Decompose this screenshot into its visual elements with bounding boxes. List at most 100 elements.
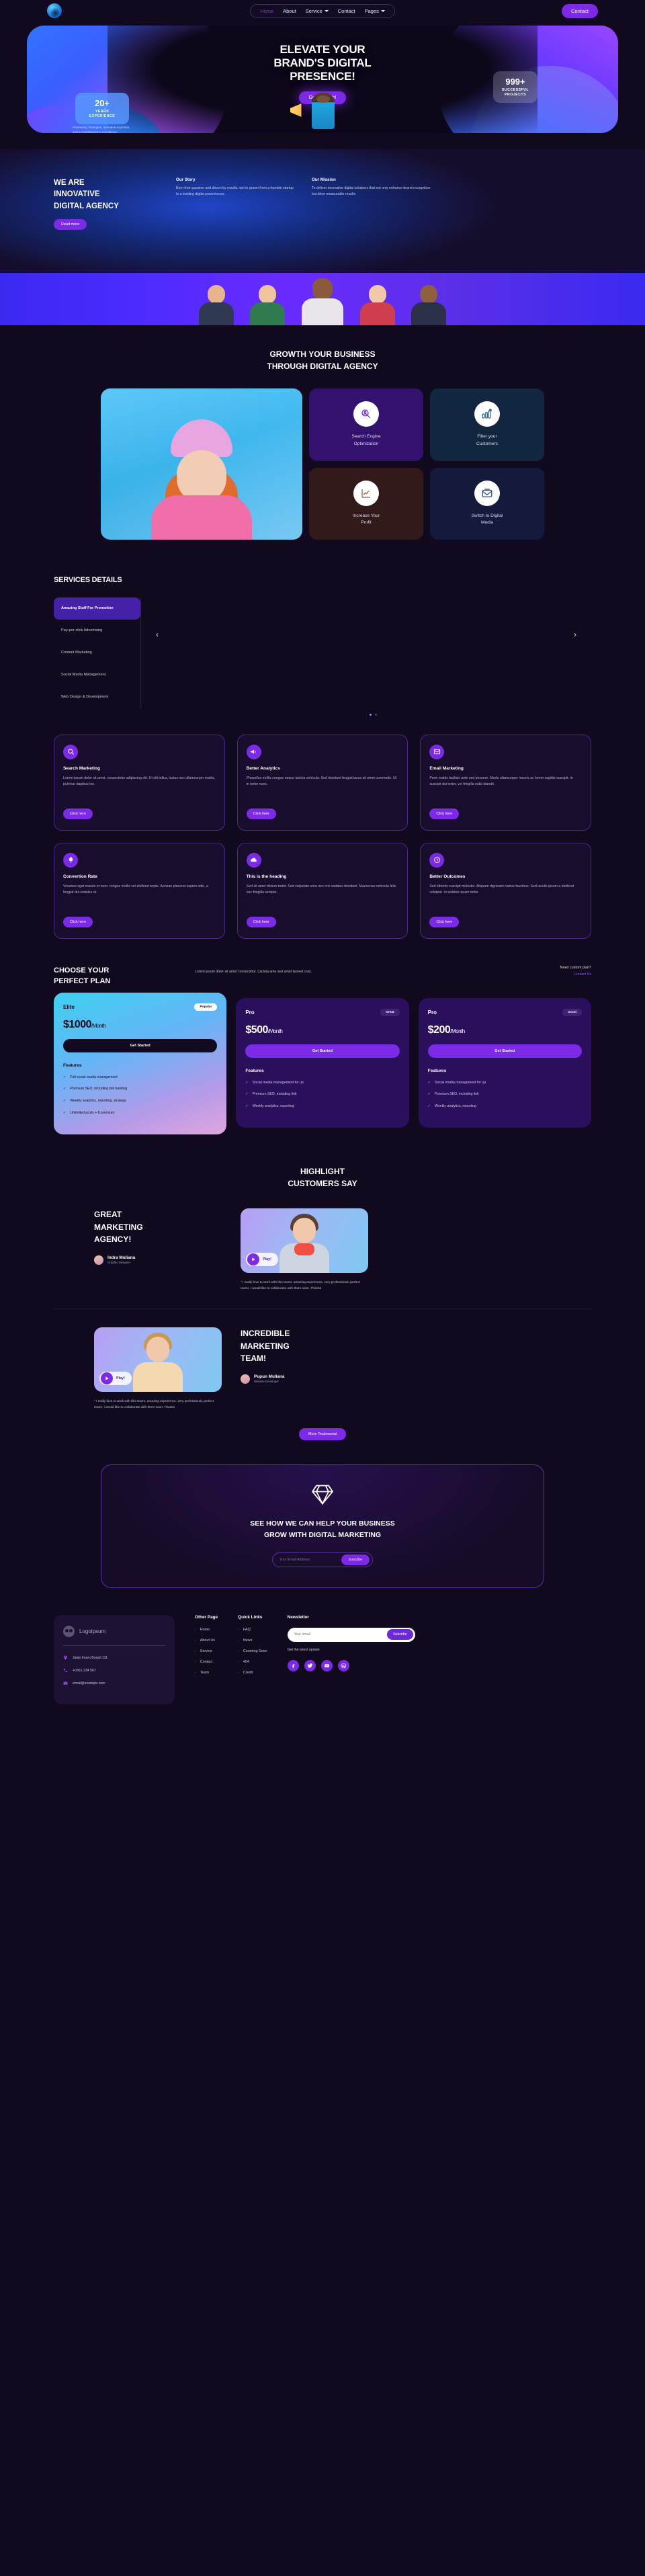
nav-label: About <box>283 7 296 14</box>
logoipsum-icon <box>63 1625 75 1637</box>
plan-get-started-button[interactable]: Get Started <box>63 1038 218 1052</box>
read-more-button[interactable]: Read more <box>54 218 87 230</box>
footer-link-credit[interactable]: › Credit <box>238 1671 267 1675</box>
plan-price: $1000/Month <box>63 1018 106 1030</box>
plan-get-started-button[interactable]: Get Started <box>245 1044 400 1058</box>
nav-item-pages[interactable]: Pages <box>365 8 385 14</box>
testimonial-first: GREAT MARKETING AGENCY! Indra Muliana Gr… <box>54 1208 591 1292</box>
plan-get-started-button[interactable]: Get Started <box>427 1044 582 1058</box>
service-item-pay-per-click-advertising[interactable]: Pay-per-click Advertising <box>54 620 140 642</box>
newsletter-subscribe-button[interactable]: Subcribe <box>387 1629 413 1640</box>
cta-heading-line1: SEE HOW WE CAN HELP YOUR BUSINESS <box>250 1520 395 1528</box>
about-our-mission: Our Mission To deliver innovative digita… <box>312 177 433 230</box>
feature-click-here-button[interactable]: Click here <box>63 916 93 927</box>
feature-click-here-button[interactable]: Click here <box>63 808 93 819</box>
pricing-title-line2: PERFECT PLAN <box>54 977 111 985</box>
chevron-right-icon[interactable]: › <box>574 630 576 639</box>
testimonial-video-thumb[interactable]: Play! <box>241 1208 368 1273</box>
testimonials-title-line2: CUSTOMERS SAY <box>288 1178 357 1188</box>
testimonial-heading: GREAT MARKETING AGENCY! <box>94 1209 143 1245</box>
testimonial-video-thumb[interactable]: Play! <box>94 1327 222 1393</box>
pricing-plan-pro-200: Pro Good $200/Month Get Started Features… <box>418 997 591 1128</box>
growth-card-label: Switch to Digital Media <box>471 513 503 526</box>
nav-contact-button[interactable]: Contact <box>562 3 598 18</box>
stat-label: YEARS EXPERIENCE <box>89 110 116 119</box>
play-button[interactable]: Play! <box>246 1252 278 1266</box>
team-member <box>408 280 449 325</box>
hero-title-line2: BRAND'S DIGITAL <box>273 56 372 70</box>
service-item-social-media-management[interactable]: Social Media Management <box>54 664 140 686</box>
cta-subscribe-button[interactable]: Subcribe <box>341 1554 370 1565</box>
nav-label: Contact <box>337 7 355 14</box>
nav-label: Pages <box>364 7 379 14</box>
hero-person-image <box>282 93 363 129</box>
stat-label: SUCCESSFUL PROJECTS <box>501 88 529 97</box>
line-chart-icon <box>353 480 379 506</box>
nav-item-contact[interactable]: Contact <box>338 8 355 14</box>
service-item-web-design-development[interactable]: Web Design & Development <box>54 686 140 708</box>
growth-card-filter-your-customers[interactable]: Filter your Customers <box>430 388 544 461</box>
testimonials-section: HIGHLIGHT CUSTOMERS SAY GREAT MARKETING … <box>54 1165 591 1441</box>
growth-card-switch-to-digital-media[interactable]: Switch to Digital Media <box>430 467 544 540</box>
cta-subscribe-form: Subcribe <box>272 1552 373 1567</box>
avatar <box>241 1374 250 1384</box>
carousel-dot[interactable] <box>374 713 377 716</box>
feature-click-here-button[interactable]: Click here <box>246 916 276 927</box>
footer-link-about-us[interactable]: › About Us <box>195 1638 218 1643</box>
service-item-amazing-stuff-for-promotion[interactable]: Amazing Stuff For Promotion <box>54 597 140 620</box>
cta-email-input[interactable] <box>280 1557 341 1562</box>
play-label: Play! <box>116 1376 125 1381</box>
footer-link-service[interactable]: › Service <box>195 1649 218 1653</box>
youtube-icon[interactable] <box>320 1659 333 1671</box>
feature-card-search-marketing: Search Marketing Lorem ipsum dolor sit a… <box>54 734 225 831</box>
circle-swirl-logo-icon[interactable] <box>47 3 62 18</box>
about-heading-line2: INNOVATIVE <box>54 190 100 199</box>
feature-click-here-button[interactable]: Click here <box>429 808 460 819</box>
person-name: Indra Muliana <box>108 1255 136 1261</box>
plan-name: Pro <box>245 1009 255 1015</box>
newsletter-email-input[interactable] <box>294 1632 388 1637</box>
footer-link-faq[interactable]: › FAQ <box>238 1628 267 1632</box>
footer-link-404[interactable]: › 404 <box>238 1660 267 1664</box>
twitter-icon[interactable] <box>304 1659 316 1671</box>
facebook-icon[interactable] <box>287 1659 299 1671</box>
feature-body: Sed sit amet dictum tortor. Sed vulputat… <box>246 884 396 895</box>
nav-item-about[interactable]: About <box>283 8 296 14</box>
contact-us-link[interactable]: Contact Us <box>560 972 591 977</box>
pricing-title-line1: CHOOSE YOUR <box>54 966 110 974</box>
feature-card-email-marketing: Email Marketing Proin mattis facilisis a… <box>420 734 591 831</box>
nav-item-service[interactable]: Service <box>306 8 329 14</box>
footer-phone-text: +0361 234 567 <box>73 1669 96 1673</box>
person-figure <box>312 93 335 129</box>
play-button[interactable]: Play! <box>99 1372 132 1386</box>
plan-feature: ✓ Weekly analytics, reporting <box>245 1104 294 1109</box>
nav-item-home[interactable]: Home <box>260 8 273 14</box>
services-list: Amazing Stuff For Promotion Pay-per-clic… <box>54 597 141 708</box>
footer-link-cooming-soon[interactable]: › Cooming Soon <box>238 1649 267 1653</box>
plan-features-list: ✓ Social media management for up ✓ Premium… <box>245 1080 399 1110</box>
footer-link-news[interactable]: › News <box>238 1638 267 1643</box>
plan-features-label: Features <box>63 1063 82 1068</box>
more-testimonial-button[interactable]: More Testimonial <box>298 1428 347 1441</box>
wordpress-icon[interactable] <box>337 1659 349 1671</box>
footer-link-contact[interactable]: › Contact <box>195 1660 218 1664</box>
newsletter-note: Get the latest update <box>287 1647 320 1652</box>
footer-link-home[interactable]: › Home <box>195 1628 218 1632</box>
growth-card-search-engine-optimization[interactable]: Search Engine Optimization <box>309 388 423 461</box>
chevron-left-icon[interactable]: ‹ <box>156 630 159 639</box>
our-story-title: Our Story <box>176 177 196 182</box>
plan-badge: Good <box>562 1008 582 1016</box>
growth-card-increase-your-profit[interactable]: Increase Your Profit <box>309 467 423 540</box>
testimonial-second: Play! " I really love to work with this … <box>54 1327 591 1411</box>
clock-icon <box>429 852 445 868</box>
feature-click-here-button[interactable]: Click here <box>246 808 276 819</box>
megaphone-icon <box>290 103 302 117</box>
testimonial-quote: " I really love to work with this team!,… <box>94 1400 214 1410</box>
plan-feature: ✓ Premium SEO, including link <box>427 1092 479 1097</box>
testimonial-text-block: GREAT MARKETING AGENCY! Indra Muliana Gr… <box>94 1208 222 1265</box>
service-item-content-marketing[interactable]: Content Marketing <box>54 642 140 664</box>
carousel-dot[interactable] <box>369 713 372 716</box>
feature-click-here-button[interactable]: Click here <box>429 916 460 927</box>
testimonial-heading: INCREDIBLE MARKETING TEAM! <box>241 1329 290 1364</box>
footer-link-team[interactable]: › Team <box>195 1671 218 1675</box>
